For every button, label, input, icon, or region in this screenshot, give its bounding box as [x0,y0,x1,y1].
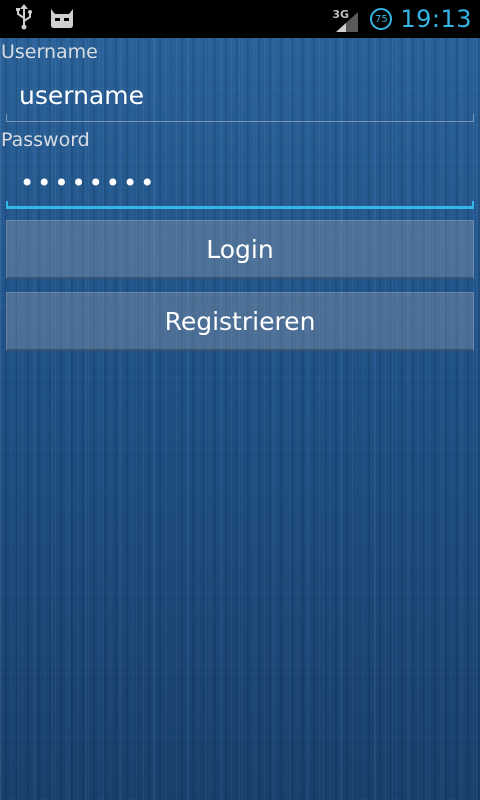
cyanogenmod-icon [48,5,76,33]
signal-strength-icon [336,12,359,32]
username-field[interactable]: username [6,70,474,122]
username-underline [6,114,474,122]
status-bar: 3G 75 19:13 [0,0,480,38]
register-button[interactable]: Registrieren [6,292,474,351]
password-input-value[interactable]: •••••••• [20,169,157,197]
password-underline [6,201,474,209]
login-button-label: Login [206,234,274,264]
signal-indicator: 3G [332,4,362,34]
password-label: Password [1,129,90,151]
notification-icons [14,4,76,34]
login-button[interactable]: Login [6,220,474,279]
username-label: Username [1,41,98,63]
usb-icon [14,4,34,34]
status-clock: 19:13 [400,5,472,33]
battery-icon: 75 [370,8,393,30]
register-button-label: Registrieren [164,306,316,336]
password-field[interactable]: •••••••• [6,157,474,209]
system-icons: 3G 75 19:13 [332,0,472,38]
battery-level: 75 [374,13,388,25]
username-input-value[interactable]: username [19,81,144,110]
